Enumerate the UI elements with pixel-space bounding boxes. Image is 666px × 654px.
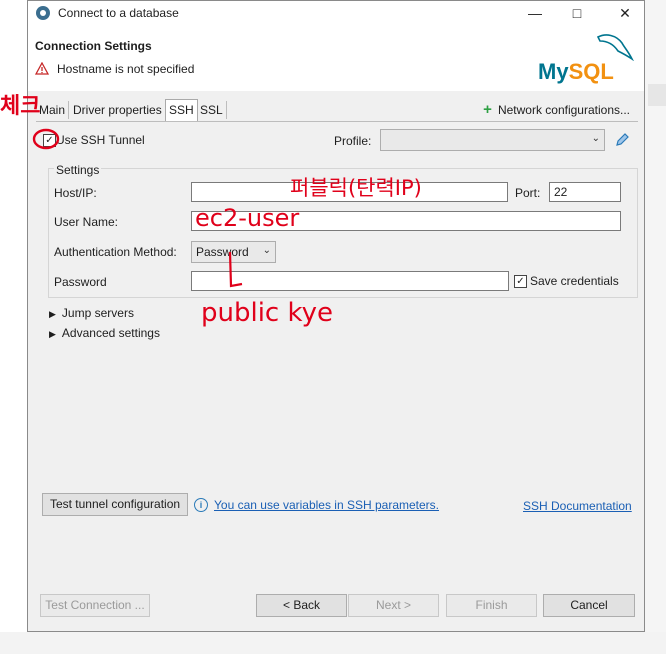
port-input[interactable]: 22 bbox=[549, 182, 621, 202]
back-button[interactable]: < Back bbox=[256, 594, 347, 617]
close-icon[interactable]: ✕ bbox=[610, 3, 640, 23]
chevron-down-icon: ⌄ bbox=[591, 133, 600, 144]
dialog-header: Connection Settings Hostname is not spec… bbox=[28, 27, 644, 91]
info-icon: i bbox=[194, 498, 208, 512]
host-label: Host/IP: bbox=[54, 186, 97, 200]
tab-ssl[interactable]: SSL bbox=[197, 101, 227, 119]
annotation-arrow bbox=[228, 251, 243, 288]
settings-group-title: Settings bbox=[54, 163, 102, 177]
port-label: Port: bbox=[515, 186, 541, 200]
warning-text: Hostname is not specified bbox=[57, 62, 195, 76]
ssh-documentation-link[interactable]: SSH Documentation bbox=[523, 499, 632, 513]
connect-dialog: Connect to a database — □ ✕ Connection S… bbox=[27, 0, 645, 632]
mysql-logo-text: MySQL bbox=[538, 59, 614, 84]
jump-servers-toggle[interactable]: ▶ Jump servers bbox=[49, 306, 134, 320]
chevron-down-icon: ⌄ bbox=[262, 245, 271, 256]
test-tunnel-button[interactable]: Test tunnel configuration bbox=[42, 493, 188, 516]
advanced-settings-toggle[interactable]: ▶ Advanced settings bbox=[49, 326, 160, 340]
annotation-public-ip: 퍼블릭(탄력IP) bbox=[290, 176, 422, 200]
warning-icon bbox=[35, 62, 49, 75]
minimize-icon[interactable]: — bbox=[520, 3, 550, 23]
auth-method-label: Authentication Method: bbox=[54, 245, 177, 259]
annotation-user: ec2-user bbox=[195, 204, 300, 232]
tab-ssh[interactable]: SSH bbox=[165, 99, 198, 121]
expand-arrow-icon: ▶ bbox=[49, 329, 56, 339]
annotation-key: public kye bbox=[201, 298, 334, 328]
mysql-logo: MySQL bbox=[538, 31, 638, 87]
test-connection-button[interactable]: Test Connection ... bbox=[40, 594, 150, 617]
dolphin-icon bbox=[596, 34, 634, 61]
ssh-variables-link[interactable]: You can use variables in SSH parameters. bbox=[214, 498, 439, 512]
save-credentials-label: Save credentials bbox=[530, 274, 619, 288]
cancel-button[interactable]: Cancel bbox=[543, 594, 635, 617]
network-configurations-button[interactable]: + Network configurations... bbox=[483, 101, 630, 118]
profile-select[interactable]: ⌄ bbox=[380, 129, 605, 151]
expand-arrow-icon: ▶ bbox=[49, 309, 56, 319]
password-label: Password bbox=[54, 275, 107, 289]
annotation-circle bbox=[32, 128, 60, 150]
tab-main[interactable]: Main bbox=[36, 101, 70, 119]
window-title: Connect to a database bbox=[58, 6, 179, 20]
maximize-icon[interactable]: □ bbox=[562, 3, 592, 23]
background-right-bar bbox=[648, 84, 666, 106]
dbeaver-app-icon bbox=[36, 6, 50, 20]
save-credentials-checkbox[interactable]: ✓ bbox=[514, 275, 527, 288]
plus-icon: + bbox=[483, 101, 492, 118]
use-ssh-tunnel-label: Use SSH Tunnel bbox=[56, 133, 145, 147]
page-title: Connection Settings bbox=[35, 39, 152, 53]
tab-driver-properties[interactable]: Driver properties bbox=[70, 101, 166, 119]
user-name-label: User Name: bbox=[54, 215, 119, 229]
edit-profile-icon[interactable] bbox=[614, 132, 630, 148]
profile-label: Profile: bbox=[334, 134, 372, 148]
next-button[interactable]: Next > bbox=[348, 594, 439, 617]
finish-button[interactable]: Finish bbox=[446, 594, 537, 617]
background-bottom bbox=[0, 632, 666, 654]
tab-bar: Main Driver properties SSH SSL + Network … bbox=[28, 99, 644, 121]
annotation-check: 체크 bbox=[0, 94, 41, 119]
title-bar[interactable]: Connect to a database — □ ✕ bbox=[28, 1, 644, 27]
